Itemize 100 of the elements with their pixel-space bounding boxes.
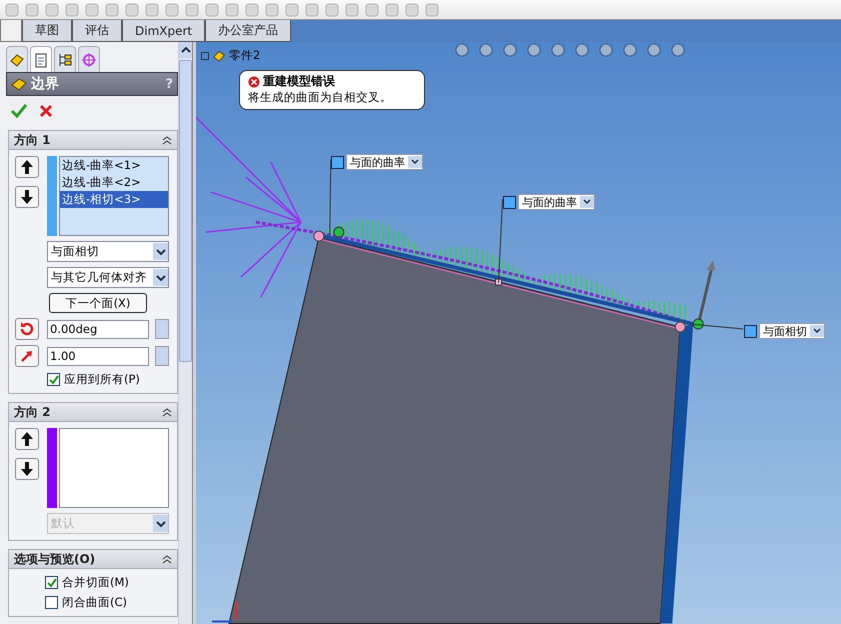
check-icon bbox=[48, 374, 58, 384]
toolbar-icon[interactable] bbox=[64, 2, 80, 18]
toolbar-icon[interactable] bbox=[184, 2, 200, 18]
edge-list-item[interactable]: 边线-相切<3> bbox=[60, 191, 168, 208]
tree-root-item[interactable]: 零件2 bbox=[229, 48, 260, 63]
command-tab[interactable]: DimXpert bbox=[122, 20, 206, 42]
toolbar-icon[interactable] bbox=[344, 2, 360, 18]
view-toolbar-icon[interactable] bbox=[454, 42, 470, 58]
toolbar-icon[interactable] bbox=[244, 2, 260, 18]
view-toolbar-icon[interactable] bbox=[502, 42, 518, 58]
view-toolbar-icon[interactable] bbox=[670, 42, 686, 58]
check-icon bbox=[46, 578, 56, 588]
down-arrow-icon bbox=[21, 190, 33, 204]
endpoint-handle[interactable] bbox=[313, 230, 324, 242]
feature-title: 边界 bbox=[31, 75, 60, 93]
view-toolbar-icon[interactable] bbox=[478, 42, 494, 58]
toolbar-icon[interactable] bbox=[164, 2, 180, 18]
up-arrow-icon bbox=[21, 160, 33, 174]
toolbar-icon[interactable] bbox=[24, 2, 40, 18]
toolbar-icon[interactable] bbox=[224, 2, 240, 18]
view-toolbar-icon[interactable] bbox=[526, 42, 542, 58]
error-message: 将生成的曲面为自相交叉。 bbox=[248, 90, 393, 105]
part-icon bbox=[212, 48, 226, 62]
toolbar-icon[interactable] bbox=[304, 2, 320, 18]
checkbox-label: 闭合曲面(C) bbox=[62, 595, 128, 610]
chevron-down-icon bbox=[156, 274, 166, 282]
toolbar-icon[interactable] bbox=[204, 2, 220, 18]
expand-icon[interactable] bbox=[201, 52, 209, 60]
panel-tab[interactable] bbox=[6, 46, 28, 72]
error-title: 重建模型错误 bbox=[263, 73, 335, 90]
part-icon bbox=[9, 52, 25, 68]
endpoint-handle[interactable] bbox=[674, 322, 686, 332]
next-face-button[interactable]: 下一个面(X) bbox=[49, 293, 147, 313]
toolbar-icon[interactable] bbox=[4, 2, 20, 18]
checkbox[interactable] bbox=[45, 576, 58, 589]
collapse-icon[interactable] bbox=[162, 407, 172, 417]
chevron-down-icon bbox=[156, 248, 166, 256]
checkbox[interactable] bbox=[45, 596, 58, 609]
magnitude-button[interactable] bbox=[15, 345, 39, 367]
panel-tab[interactable] bbox=[54, 46, 76, 72]
view-toolbar-icon[interactable] bbox=[574, 42, 590, 58]
checkbox[interactable] bbox=[47, 373, 60, 386]
splitter-handle[interactable] bbox=[193, 42, 196, 624]
edge-list-item[interactable]: 边线-曲率<2> bbox=[60, 174, 168, 191]
cancel-x-icon[interactable] bbox=[39, 104, 53, 118]
ok-check-icon[interactable] bbox=[11, 104, 27, 118]
down-arrow-icon bbox=[21, 462, 33, 476]
move-down-button[interactable] bbox=[15, 458, 39, 480]
rotate-button[interactable] bbox=[15, 318, 39, 340]
tangent-handle[interactable] bbox=[692, 318, 704, 330]
move-up-button[interactable] bbox=[15, 156, 39, 178]
connector-square[interactable] bbox=[495, 278, 502, 286]
toolbar-icon[interactable] bbox=[284, 2, 300, 18]
spin-button[interactable] bbox=[155, 319, 169, 339]
checkbox-label: 应用到所有(P) bbox=[64, 372, 140, 387]
move-up-button[interactable] bbox=[15, 428, 39, 450]
command-tab[interactable]: 草图 bbox=[22, 20, 72, 42]
handle-dropdown[interactable]: 与面的曲率 bbox=[346, 154, 423, 170]
toolbar-icon[interactable] bbox=[384, 2, 400, 18]
move-down-button[interactable] bbox=[15, 186, 39, 208]
scrollbar[interactable] bbox=[178, 42, 192, 624]
edge-list[interactable] bbox=[59, 428, 169, 508]
command-tab[interactable] bbox=[0, 20, 22, 42]
toolbar-icon[interactable] bbox=[124, 2, 140, 18]
toolbar-icon[interactable] bbox=[44, 2, 60, 18]
command-tab[interactable]: 评估 bbox=[72, 20, 122, 42]
toolbar-icon[interactable] bbox=[144, 2, 160, 18]
scrollbar-thumb[interactable] bbox=[179, 60, 192, 362]
section-title: 方向 1 bbox=[14, 132, 51, 148]
toolbar-icon[interactable] bbox=[404, 2, 420, 18]
handle-flag[interactable] bbox=[503, 196, 516, 208]
chevron-down-icon bbox=[156, 520, 166, 528]
toolbar-icon[interactable] bbox=[324, 2, 340, 18]
collapse-icon[interactable] bbox=[162, 554, 172, 564]
view-toolbar-icon[interactable] bbox=[598, 42, 614, 58]
toolbar-icon[interactable] bbox=[84, 2, 100, 18]
toolbar-icon[interactable] bbox=[424, 2, 440, 18]
edge-list-item[interactable]: 边线-曲率<1> bbox=[60, 157, 168, 174]
tree-icon bbox=[57, 52, 73, 68]
toolbar-icon[interactable] bbox=[364, 2, 380, 18]
rotate-arrow-icon bbox=[19, 321, 35, 337]
handle-flag[interactable] bbox=[744, 324, 757, 338]
view-toolbar-icon[interactable] bbox=[646, 42, 662, 58]
collapse-icon[interactable] bbox=[162, 135, 172, 145]
toolbar-icon[interactable] bbox=[104, 2, 120, 18]
command-tab[interactable]: 办公室产品 bbox=[205, 20, 292, 42]
section-title: 选项与预览(O) bbox=[14, 550, 96, 568]
angle-field[interactable]: 0.00deg bbox=[47, 320, 149, 338]
tangent-handle[interactable] bbox=[333, 226, 344, 238]
view-toolbar-icon[interactable] bbox=[550, 42, 566, 58]
panel-tab[interactable] bbox=[30, 46, 52, 72]
alignment-dropdown[interactable]: 与其它几何体对齐 bbox=[47, 267, 169, 288]
handle-flag[interactable] bbox=[331, 156, 344, 168]
tangent-type-dropdown[interactable]: 与面相切 bbox=[47, 241, 169, 262]
spin-button[interactable] bbox=[155, 346, 169, 366]
toolbar-icon[interactable] bbox=[264, 2, 280, 18]
magnitude-field[interactable]: 1.00 bbox=[47, 346, 149, 366]
view-toolbar-icon[interactable] bbox=[622, 42, 638, 58]
handle-dropdown[interactable]: 与面相切 bbox=[759, 323, 825, 339]
handle-dropdown[interactable]: 与面的曲率 bbox=[518, 194, 595, 210]
